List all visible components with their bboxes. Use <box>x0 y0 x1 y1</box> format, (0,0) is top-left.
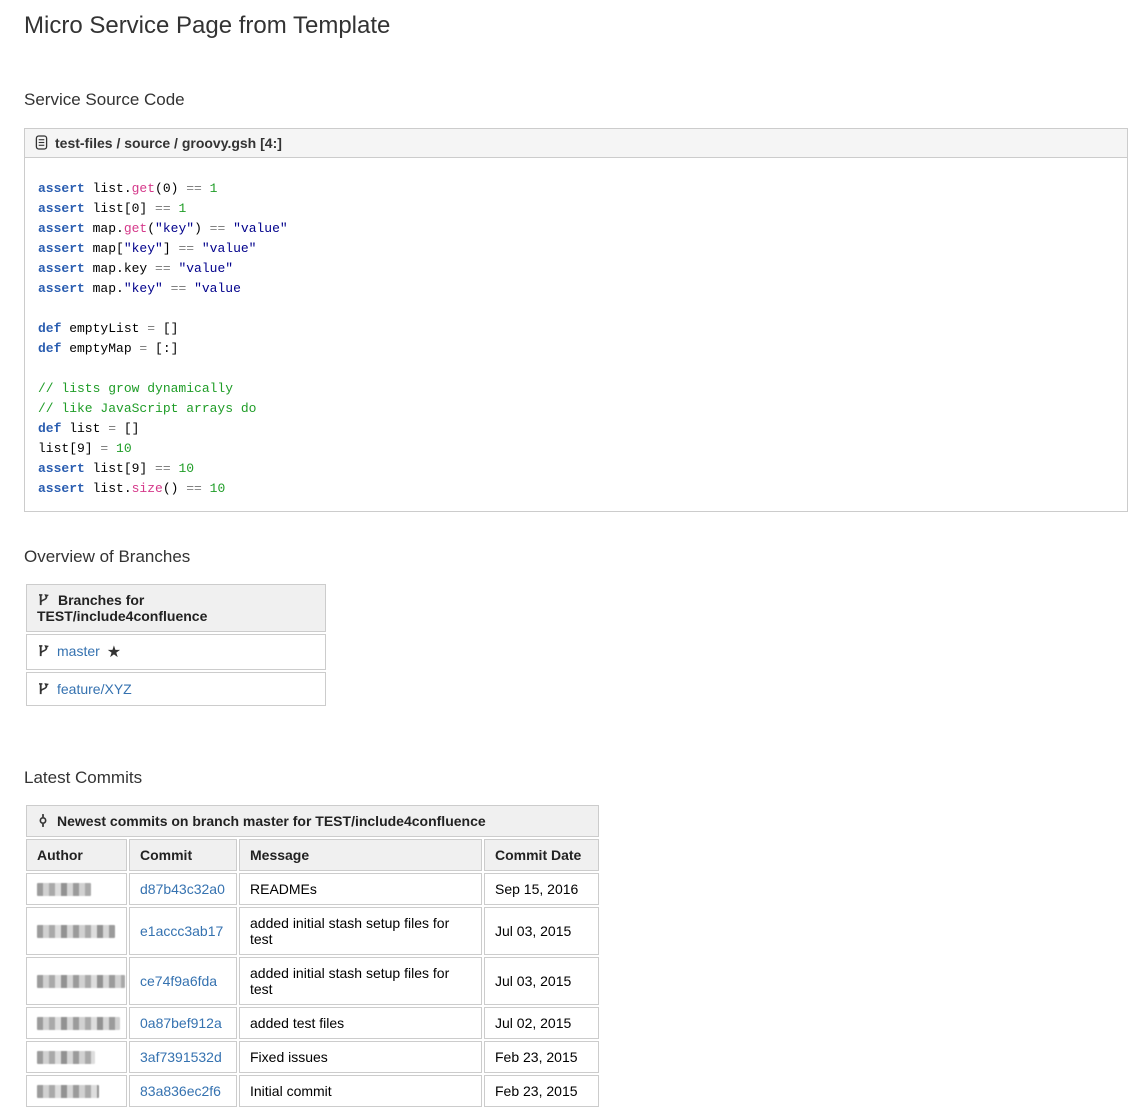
branch-link[interactable]: feature/XYZ <box>57 681 132 697</box>
heading-service-source-code: Service Source Code <box>24 90 1128 110</box>
commit-row: 83a836ec2f6 Initial commitFeb 23, 2015 <box>26 1075 599 1107</box>
commit-row: 3af7391532d Fixed issuesFeb 23, 2015 <box>26 1041 599 1073</box>
commit-date-cell: Feb 23, 2015 <box>484 1041 599 1073</box>
branch-icon <box>37 644 50 658</box>
commit-row: d87b43c32a0 READMEsSep 15, 2016 <box>26 873 599 905</box>
commit-author-cell <box>26 873 127 905</box>
commit-date-cell: Feb 23, 2015 <box>484 1075 599 1107</box>
commit-author-cell <box>26 1007 127 1039</box>
code-panel: test-files / source / groovy.gsh [4:] as… <box>24 128 1128 512</box>
redacted-author <box>37 975 125 988</box>
code-panel-header: test-files / source / groovy.gsh [4:] <box>25 129 1127 158</box>
commit-hash-link[interactable]: e1accc3ab17 <box>140 923 223 939</box>
code-line: def emptyMap = [:] <box>38 339 1113 359</box>
page: Micro Service Page from Template Service… <box>0 0 1128 1109</box>
commit-hash-cell: ce74f9a6fda <box>129 957 237 1005</box>
redacted-author <box>37 883 91 896</box>
redacted-author <box>37 1085 99 1098</box>
commits-banner-label: Newest commits on branch master for TEST… <box>57 813 486 829</box>
column-header-commit-date: Commit Date <box>484 839 599 871</box>
commit-author-cell <box>26 957 127 1005</box>
code-line <box>38 299 1113 319</box>
code-line: assert map.get("key") == "value" <box>38 219 1113 239</box>
commit-message-cell: added initial stash setup files for test <box>239 957 482 1005</box>
code-line: assert list[0] == 1 <box>38 199 1113 219</box>
branch-row: master ★ <box>26 634 326 670</box>
branches-table-header-label: Branches for TEST/include4confluence <box>37 592 207 624</box>
commits-column-header-row: Author Commit Message Commit Date <box>26 839 599 871</box>
commit-hash-cell: d87b43c32a0 <box>129 873 237 905</box>
branch-cell: feature/XYZ <box>26 672 326 706</box>
commit-message-cell: READMEs <box>239 873 482 905</box>
commit-date-cell: Jul 03, 2015 <box>484 907 599 955</box>
column-header-author: Author <box>26 839 127 871</box>
commits-table: Newest commits on branch master for TEST… <box>24 803 601 1109</box>
commit-hash-cell: e1accc3ab17 <box>129 907 237 955</box>
branches-table-body: master ★ feature/XYZ <box>26 634 326 706</box>
redacted-author <box>37 1017 120 1030</box>
redacted-author <box>37 1051 95 1064</box>
commit-date-cell: Sep 15, 2016 <box>484 873 599 905</box>
code-line: assert map."key" == "value <box>38 279 1113 299</box>
commit-author-cell <box>26 907 127 955</box>
commit-author-cell <box>26 1075 127 1107</box>
commit-date-cell: Jul 03, 2015 <box>484 957 599 1005</box>
commit-message-cell: Initial commit <box>239 1075 482 1107</box>
heading-latest-commits: Latest Commits <box>24 768 1128 788</box>
redacted-author <box>37 925 115 938</box>
commit-row: 0a87bef912a added test filesJul 02, 2015 <box>26 1007 599 1039</box>
branch-icon <box>37 682 50 696</box>
branches-table-header-row: Branches for TEST/include4confluence <box>26 584 326 632</box>
commit-hash-link[interactable]: 83a836ec2f6 <box>140 1083 221 1099</box>
code-panel-title: test-files / source / groovy.gsh [4:] <box>55 135 282 151</box>
branch-link[interactable]: master <box>57 643 100 659</box>
code-line: assert list.get(0) == 1 <box>38 179 1113 199</box>
commit-author-cell <box>26 1041 127 1073</box>
branch-row: feature/XYZ <box>26 672 326 706</box>
commit-message-cell: added test files <box>239 1007 482 1039</box>
code-line: assert list.size() == 10 <box>38 479 1113 499</box>
commit-hash-link[interactable]: 0a87bef912a <box>140 1015 222 1031</box>
branch-cell: master ★ <box>26 634 326 670</box>
code-line: def list = [] <box>38 419 1113 439</box>
commit-hash-link[interactable]: 3af7391532d <box>140 1049 222 1065</box>
branches-table: Branches for TEST/include4confluence mas… <box>24 582 328 708</box>
commit-hash-link[interactable]: ce74f9a6fda <box>140 973 217 989</box>
code-line: assert map.key == "value" <box>38 259 1113 279</box>
code-line <box>38 359 1113 379</box>
code-line: // like JavaScript arrays do <box>38 399 1113 419</box>
heading-overview-of-branches: Overview of Branches <box>24 547 1128 567</box>
commit-message-cell: Fixed issues <box>239 1041 482 1073</box>
commit-hash-cell: 0a87bef912a <box>129 1007 237 1039</box>
star-icon: ★ <box>107 644 121 661</box>
commit-date-cell: Jul 02, 2015 <box>484 1007 599 1039</box>
code-body: assert list.get(0) == 1assert list[0] ==… <box>25 158 1127 511</box>
commit-hash-link[interactable]: d87b43c32a0 <box>140 881 225 897</box>
commit-message-cell: added initial stash setup files for test <box>239 907 482 955</box>
commits-banner-row: Newest commits on branch master for TEST… <box>26 805 599 837</box>
file-icon <box>35 135 48 150</box>
code-line: // lists grow dynamically <box>38 379 1113 399</box>
code-line: def emptyList = [] <box>38 319 1113 339</box>
branch-icon <box>37 593 50 607</box>
commit-hash-cell: 83a836ec2f6 <box>129 1075 237 1107</box>
commit-icon <box>37 813 49 828</box>
commits-banner-cell: Newest commits on branch master for TEST… <box>26 805 599 837</box>
commits-table-body: d87b43c32a0READMEsSep 15, 2016e1accc3ab1… <box>26 873 599 1107</box>
branches-table-header-cell: Branches for TEST/include4confluence <box>26 584 326 632</box>
page-title: Micro Service Page from Template <box>24 12 1128 40</box>
column-header-commit: Commit <box>129 839 237 871</box>
code-line: list[9] = 10 <box>38 439 1113 459</box>
commit-hash-cell: 3af7391532d <box>129 1041 237 1073</box>
commit-row: ce74f9a6fda added initial stash setup fil… <box>26 957 599 1005</box>
commit-row: e1accc3ab17 added initial stash setup fil… <box>26 907 599 955</box>
code-line: assert map["key"] == "value" <box>38 239 1113 259</box>
code-line: assert list[9] == 10 <box>38 459 1113 479</box>
column-header-message: Message <box>239 839 482 871</box>
